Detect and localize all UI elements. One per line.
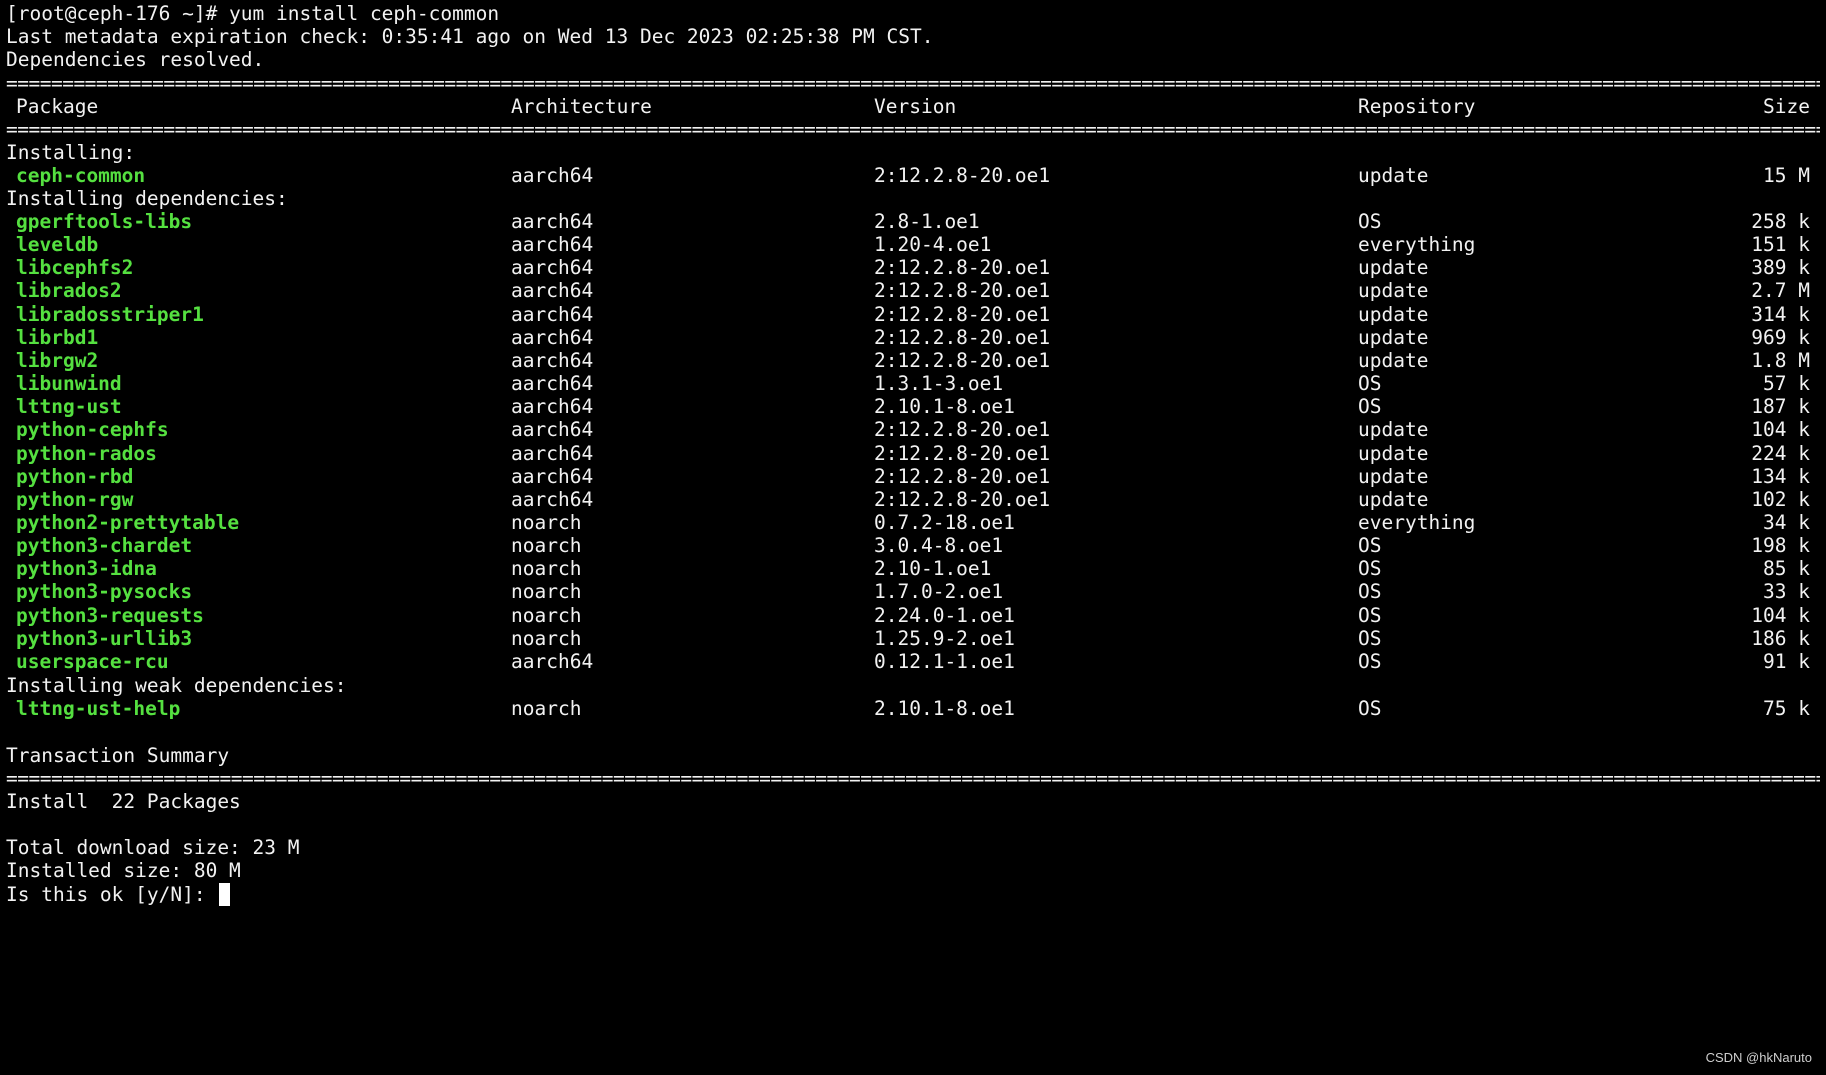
package-arch: noarch <box>511 697 582 720</box>
text-cursor[interactable] <box>219 883 231 906</box>
package-version: 2:12.2.8-20.oe1 <box>874 164 1051 187</box>
resolved-line: Dependencies resolved. <box>6 48 265 71</box>
watermark: CSDN @hkNaruto <box>1705 1050 1812 1065</box>
installed-size: Installed size: 80 M <box>6 859 241 882</box>
package-size: 15 M <box>1763 164 1810 187</box>
separator-summary: ========================================… <box>6 767 1820 790</box>
package-size: 91 k <box>1763 649 1810 673</box>
package-arch: aarch64 <box>511 164 594 187</box>
separator-header: ========================================… <box>6 118 1820 141</box>
package-version: 0.12.1-1.oe1 <box>874 649 1015 673</box>
package-repository: update <box>1358 164 1429 187</box>
package-name: lttng-ust-help <box>16 697 181 720</box>
table-row: userspace-rcu aarch64 0.12.1-1.oe1 OS 91 k <box>0 648 1826 675</box>
package-size: 75 k <box>1763 697 1810 720</box>
install-count: Install 22 Packages <box>6 790 241 813</box>
prompt-text: Is this ok [y/N]: <box>6 883 218 906</box>
terminal-window[interactable]: [root@ceph-176 ~]# yum install ceph-comm… <box>0 0 1826 1075</box>
confirm-prompt[interactable]: Is this ok [y/N]: <box>6 881 231 908</box>
package-repository: OS <box>1358 697 1382 720</box>
table-row: lttng-ust-help noarch 2.10.1-8.oe1 OS 75 k <box>0 695 1826 722</box>
package-version: 2.10.1-8.oe1 <box>874 697 1015 720</box>
package-repository: OS <box>1358 649 1382 673</box>
package-name: userspace-rcu <box>16 649 169 673</box>
package-arch: aarch64 <box>511 649 594 673</box>
